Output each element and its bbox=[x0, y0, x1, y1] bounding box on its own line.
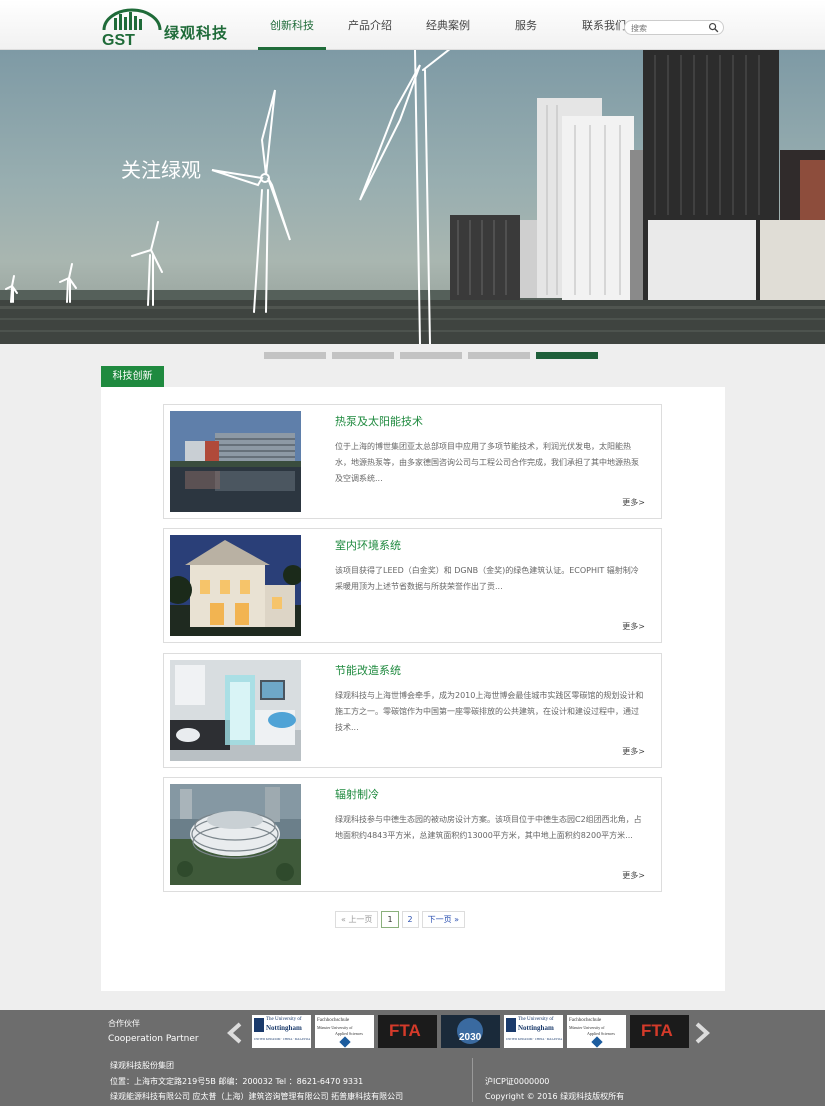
article-card: 辐射制冷 绿观科技参与中德生态园的被动房设计方案。该项目位于中德生态园C2组团西… bbox=[163, 777, 662, 892]
logo-letters: GST bbox=[102, 32, 135, 48]
article-title[interactable]: 热泵及太阳能技术 bbox=[335, 413, 423, 429]
slider-dot-3[interactable] bbox=[400, 352, 462, 359]
partner-logo-fta[interactable]: FTA bbox=[378, 1015, 437, 1048]
footer-address: 位置：上海市文定路219号5B 邮编：200032 Tel ：8621-6470… bbox=[110, 1077, 364, 1086]
footer-icp[interactable]: 沪ICP证0000000 bbox=[485, 1076, 549, 1087]
next-page-button[interactable]: 下一页 » bbox=[421, 911, 466, 928]
read-more-link[interactable]: 更多> bbox=[622, 621, 645, 632]
site-footer: 合作伙伴 Cooperation Partner The University … bbox=[0, 1010, 825, 1106]
partner-logo-nottingham[interactable]: The University of Nottingham UNITED KING… bbox=[252, 1015, 311, 1048]
partner-logo-muenster-2[interactable]: Fachhochschule Münster University of App… bbox=[567, 1015, 626, 1048]
article-title[interactable]: 辐射制冷 bbox=[335, 786, 379, 802]
nav-item-cases[interactable]: 经典案例 bbox=[414, 0, 482, 50]
logo[interactable]: GST 绿观科技 bbox=[100, 8, 245, 49]
slider-indicators bbox=[264, 352, 604, 359]
article-desc: 该项目获得了LEED（白金奖）和 DGNB（金奖)的绿色建筑认证。ECOPHIT… bbox=[335, 566, 639, 591]
article-image-villa[interactable] bbox=[170, 535, 301, 636]
footer-company: 绿观科技股份集团 bbox=[110, 1061, 174, 1070]
slider-dot-5[interactable] bbox=[536, 352, 598, 359]
page-1-button[interactable]: 1 bbox=[381, 911, 399, 928]
partner-logo-fta-2[interactable]: FTA bbox=[630, 1015, 689, 1048]
article-title[interactable]: 室内环境系统 bbox=[335, 537, 401, 553]
slider-dot-4[interactable] bbox=[468, 352, 530, 359]
partner-logos: The University of Nottingham UNITED KING… bbox=[252, 1015, 693, 1048]
slider-dot-1[interactable] bbox=[264, 352, 326, 359]
footer-copyright: Copyright © 2016 绿观科技版权所有 bbox=[485, 1092, 625, 1101]
logo-text: 绿观科技 bbox=[164, 24, 229, 42]
article-image-interior[interactable] bbox=[170, 660, 301, 761]
page-2-button[interactable]: 2 bbox=[401, 911, 419, 928]
partner-logo-muenster[interactable]: Fachhochschule Münster University of App… bbox=[315, 1015, 374, 1048]
nav-item-service[interactable]: 服务 bbox=[492, 0, 560, 50]
article-desc: 位于上海的博世集团亚太总部项目中应用了多项节能技术，利润光伏发电，太阳能热水，地… bbox=[335, 442, 639, 483]
article-card: 热泵及太阳能技术 位于上海的博世集团亚太总部项目中应用了多项节能技术，利润光伏发… bbox=[163, 404, 662, 519]
banner-scene-image bbox=[0, 50, 825, 344]
partner-logo-nottingham-2[interactable]: The University of Nottingham UNITED KING… bbox=[504, 1015, 563, 1048]
prev-page-button[interactable]: « 上一页 bbox=[335, 911, 379, 928]
article-desc: 绿观科技参与中德生态园的被动房设计方案。该项目位于中德生态园C2组团西北角，占地… bbox=[335, 815, 642, 840]
chevron-left-icon[interactable] bbox=[226, 1022, 244, 1044]
read-more-link[interactable]: 更多> bbox=[622, 746, 645, 757]
chevron-right-icon[interactable] bbox=[693, 1022, 711, 1044]
article-desc: 绿观科技与上海世博会牵手，成为2010上海世博会最佳城市实践区零碳馆的规划设计和… bbox=[335, 691, 644, 732]
logo-mark-icon: GST bbox=[102, 8, 162, 49]
article-title[interactable]: 节能改造系统 bbox=[335, 662, 401, 678]
read-more-link[interactable]: 更多> bbox=[622, 497, 645, 508]
pagination: « 上一页 1 2 下一页 » bbox=[335, 911, 468, 928]
article-card: 室内环境系统 该项目获得了LEED（白金奖）和 DGNB（金奖)的绿色建筑认证。… bbox=[163, 528, 662, 643]
nav-item-innovation[interactable]: 创新科技 bbox=[258, 0, 326, 50]
main-nav: 创新科技 产品介绍 经典案例 服务 联系我们 bbox=[258, 0, 648, 50]
banner-title: 关注绿观 bbox=[121, 158, 201, 182]
footer-affiliates: 绿观能源科技有限公司 应太普（上海）建筑咨询管理有限公司 拓普康科技有限公司 bbox=[110, 1092, 404, 1101]
slider-dot-2[interactable] bbox=[332, 352, 394, 359]
article-image-office[interactable] bbox=[170, 411, 301, 512]
read-more-link[interactable]: 更多> bbox=[622, 870, 645, 881]
site-header: GST 绿观科技 创新科技 产品介绍 经典案例 服务 联系我们 bbox=[0, 0, 825, 50]
article-image-building[interactable] bbox=[170, 784, 301, 885]
search-icon[interactable] bbox=[708, 22, 719, 33]
partner-title: 合作伙伴 bbox=[108, 1019, 140, 1028]
hero-banner: 关注绿观 bbox=[0, 50, 825, 344]
section-tab-innovation[interactable]: 科技创新 bbox=[101, 366, 164, 387]
partner-subtitle: Cooperation Partner bbox=[108, 1034, 199, 1044]
article-card: 节能改造系统 绿观科技与上海世博会牵手，成为2010上海世博会最佳城市实践区零碳… bbox=[163, 653, 662, 768]
search-box bbox=[624, 20, 724, 35]
search-input[interactable] bbox=[631, 22, 709, 34]
footer-divider bbox=[472, 1058, 473, 1102]
nav-item-products[interactable]: 产品介绍 bbox=[336, 0, 404, 50]
partner-logo-2030[interactable]: 2030 bbox=[441, 1015, 500, 1048]
